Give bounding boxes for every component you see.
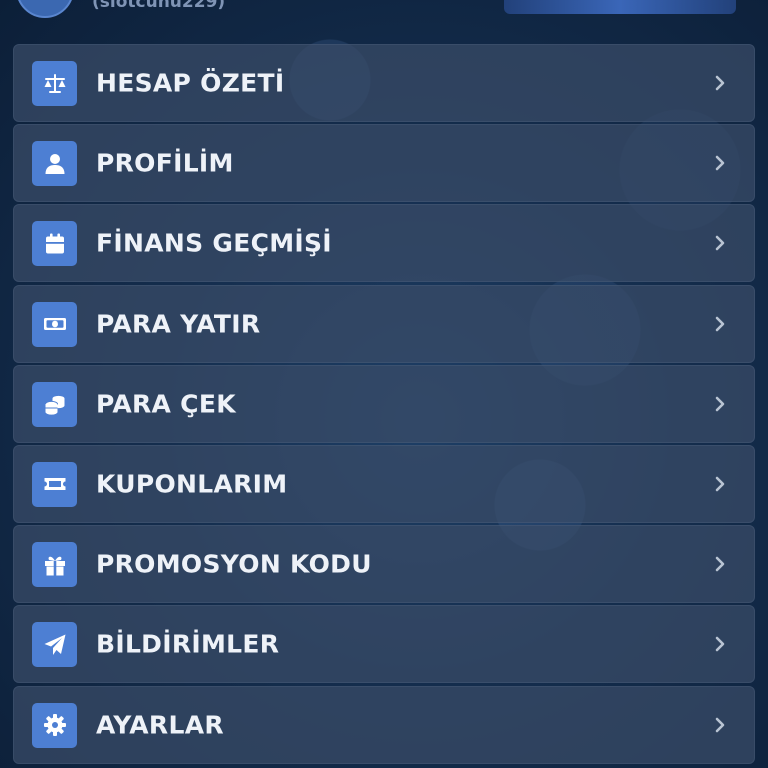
chevron-right-icon — [715, 637, 725, 652]
account-menu: HESAP ÖZETİ PROFİLİM FİNANS GEÇMİŞİ PARA… — [13, 44, 755, 766]
menu-item-promosyon-kodu[interactable]: PROMOSYON KODU — [13, 525, 755, 604]
chevron-right-icon — [715, 556, 725, 572]
menu-item-kuponlarim[interactable]: KUPONLARIM — [13, 444, 755, 523]
chevron-right-icon — [715, 236, 725, 251]
chevron-right-icon — [715, 316, 725, 331]
menu-item-para-yatir[interactable]: PARA YATIR — [13, 284, 755, 363]
calendar-icon — [32, 221, 77, 267]
chevron-right-icon — [715, 75, 725, 91]
gear-icon — [32, 702, 77, 748]
menu-item-label: AYARLAR — [96, 710, 224, 739]
balance-scale-icon — [32, 61, 77, 106]
profile-header: (slotcunu229) — [0, 0, 768, 40]
money-bill-icon — [32, 301, 77, 347]
paper-plane-icon — [32, 622, 77, 668]
menu-item-label: PARA YATIR — [96, 309, 261, 339]
user-icon — [32, 141, 77, 187]
header-action-button[interactable] — [504, 0, 736, 14]
chevron-right-icon — [715, 476, 725, 492]
chevron-right-icon — [715, 155, 725, 171]
menu-item-bildirimler[interactable]: BİLDİRİMLER — [13, 605, 755, 684]
chevron-right-icon — [715, 396, 725, 412]
menu-item-label: FİNANS GEÇMİŞİ — [96, 228, 332, 258]
ticket-icon — [32, 461, 77, 507]
menu-item-label: HESAP ÖZETİ — [96, 68, 285, 98]
menu-item-profilim[interactable]: PROFİLİM — [13, 124, 755, 203]
avatar[interactable] — [16, 0, 74, 18]
username-label: (slotcunu229) — [92, 0, 226, 12]
menu-item-label: PARA ÇEK — [96, 389, 236, 419]
menu-item-ayarlar[interactable]: AYARLAR — [13, 685, 755, 764]
menu-item-finans-gecmisi[interactable]: FİNANS GEÇMİŞİ — [13, 204, 755, 283]
menu-item-hesap-ozeti[interactable]: HESAP ÖZETİ — [13, 44, 755, 122]
menu-item-label: PROFİLİM — [96, 148, 234, 178]
gift-icon — [32, 542, 77, 588]
menu-item-label: KUPONLARIM — [96, 469, 288, 499]
coins-icon — [32, 381, 77, 427]
menu-item-label: BİLDİRİMLER — [96, 629, 280, 659]
menu-item-para-cek[interactable]: PARA ÇEK — [13, 364, 755, 443]
chevron-right-icon — [715, 717, 725, 732]
menu-item-label: PROMOSYON KODU — [96, 549, 372, 579]
